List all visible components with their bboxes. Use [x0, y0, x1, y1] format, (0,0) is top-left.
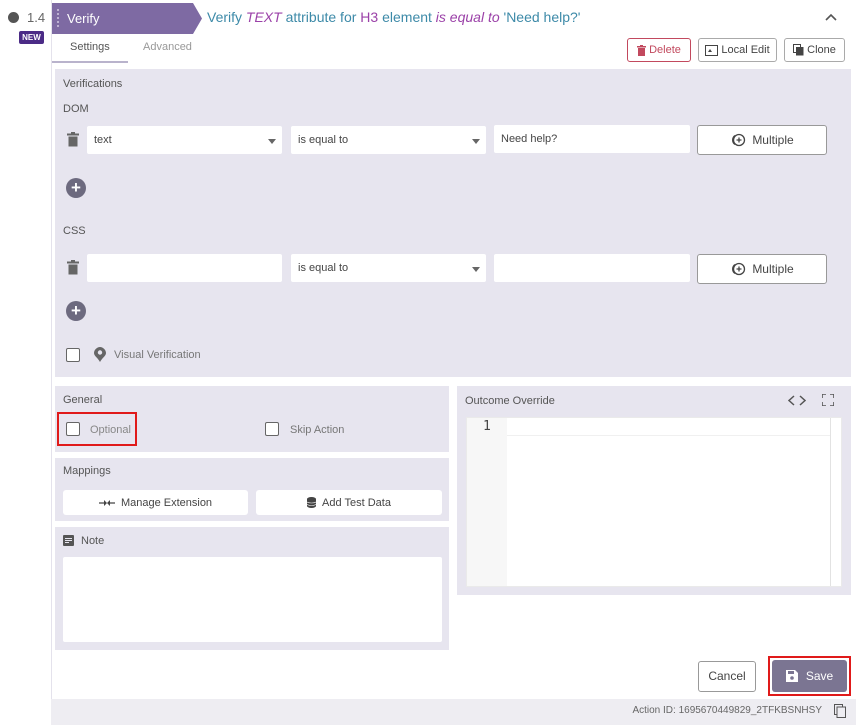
- clone-button[interactable]: Clone: [784, 38, 845, 62]
- save-highlight: Save: [768, 656, 851, 696]
- note-textarea[interactable]: [63, 557, 442, 642]
- eye-pin-icon: [94, 347, 106, 362]
- verifications-heading: Verifications: [63, 78, 123, 90]
- title-tag: H3: [360, 9, 379, 25]
- css-property-input[interactable]: [87, 254, 282, 282]
- chevron-down-icon: [472, 139, 480, 144]
- step-type-tag[interactable]: Verify: [52, 3, 202, 34]
- optional-label: Optional: [90, 424, 131, 436]
- css-label: CSS: [63, 225, 86, 237]
- local-edit-button[interactable]: Local Edit: [698, 38, 777, 62]
- tab-advanced[interactable]: Advanced: [143, 41, 192, 53]
- outcome-override-heading: Outcome Override: [465, 395, 555, 407]
- clone-icon: [793, 44, 804, 56]
- dom-attribute-value: text: [94, 134, 112, 146]
- skip-action-checkbox[interactable]: [265, 422, 279, 436]
- copy-icon[interactable]: [834, 704, 846, 718]
- visual-verification-label: Visual Verification: [114, 349, 201, 361]
- dom-operator-select[interactable]: is equal to: [291, 126, 486, 154]
- note-icon: [63, 535, 74, 546]
- database-icon: [307, 497, 317, 508]
- manage-extension-label: Manage Extension: [120, 496, 213, 509]
- delete-button[interactable]: Delete: [627, 38, 691, 62]
- css-operator-value: is equal to: [298, 262, 349, 274]
- title-attr: TEXT: [245, 9, 282, 25]
- chevron-down-icon: [268, 139, 276, 144]
- step-number: 1.4: [27, 10, 46, 25]
- css-multiple-label: Multiple: [752, 262, 794, 276]
- left-divider: [51, 0, 52, 725]
- title-mid: attribute for: [285, 9, 357, 25]
- visual-verification-checkbox[interactable]: [66, 348, 80, 362]
- save-label: Save: [805, 669, 834, 683]
- editor-active-line: [507, 418, 831, 436]
- local-edit-label: Local Edit: [721, 44, 770, 56]
- tab-settings[interactable]: Settings: [70, 41, 110, 53]
- add-test-data-button[interactable]: Add Test Data: [256, 490, 442, 515]
- save-icon: [785, 670, 798, 682]
- dom-value-input[interactable]: Need help?: [494, 125, 690, 153]
- step-title: Verify TEXT attribute for H3 element is …: [207, 9, 580, 25]
- drag-handle-icon[interactable]: [57, 9, 61, 27]
- title-el: element: [382, 9, 432, 25]
- fullscreen-icon[interactable]: [822, 394, 834, 406]
- save-button[interactable]: Save: [772, 660, 847, 692]
- code-icon[interactable]: [788, 395, 806, 406]
- editor-scroll-rule: [830, 418, 831, 586]
- delete-label: Delete: [649, 44, 681, 56]
- css-operator-select[interactable]: is equal to: [291, 254, 486, 282]
- title-value: 'Need help?': [503, 9, 581, 25]
- new-badge: NEW: [19, 31, 44, 44]
- dom-label: DOM: [63, 103, 89, 115]
- mappings-heading: Mappings: [63, 465, 111, 477]
- dom-multiple-button[interactable]: Multiple: [697, 125, 827, 155]
- line-number: 1: [483, 419, 491, 434]
- add-test-data-label: Add Test Data: [322, 496, 391, 509]
- dom-operator-value: is equal to: [298, 134, 349, 146]
- outcome-code-editor[interactable]: 1: [466, 417, 842, 587]
- cancel-button[interactable]: Cancel: [698, 661, 756, 692]
- action-id: Action ID: 1695670449829_2TFKBSNHSY: [632, 705, 822, 716]
- add-multiple-icon: [732, 133, 746, 147]
- title-verb: Verify: [207, 9, 243, 25]
- manage-extension-button[interactable]: Manage Extension: [63, 490, 248, 515]
- css-value-input[interactable]: [494, 254, 690, 282]
- local-edit-icon: [705, 44, 719, 56]
- clone-label: Clone: [807, 44, 836, 56]
- chevron-down-icon: [472, 267, 480, 272]
- verifications-panel: [55, 69, 851, 377]
- css-multiple-button[interactable]: Multiple: [697, 254, 827, 284]
- general-heading: General: [63, 394, 103, 406]
- step-type-label: Verify: [67, 11, 100, 26]
- active-tab-indicator: [52, 61, 128, 63]
- add-multiple-icon: [732, 262, 746, 276]
- note-heading: Note: [81, 535, 105, 547]
- step-status-dot: [8, 12, 19, 23]
- trash-icon[interactable]: [67, 132, 79, 147]
- title-operator: is equal to: [435, 9, 500, 25]
- editor-gutter: 1: [467, 418, 507, 586]
- optional-checkbox[interactable]: [66, 422, 80, 436]
- dom-attribute-select[interactable]: text: [87, 126, 282, 154]
- add-css-verification-icon[interactable]: +: [66, 301, 86, 321]
- trash-icon: [637, 44, 647, 56]
- extension-icon: [98, 499, 115, 506]
- add-dom-verification-icon[interactable]: +: [66, 178, 86, 198]
- trash-icon[interactable]: [67, 260, 79, 275]
- chevron-up-icon[interactable]: [824, 10, 838, 24]
- dom-multiple-label: Multiple: [752, 133, 794, 147]
- skip-action-label: Skip Action: [290, 424, 345, 436]
